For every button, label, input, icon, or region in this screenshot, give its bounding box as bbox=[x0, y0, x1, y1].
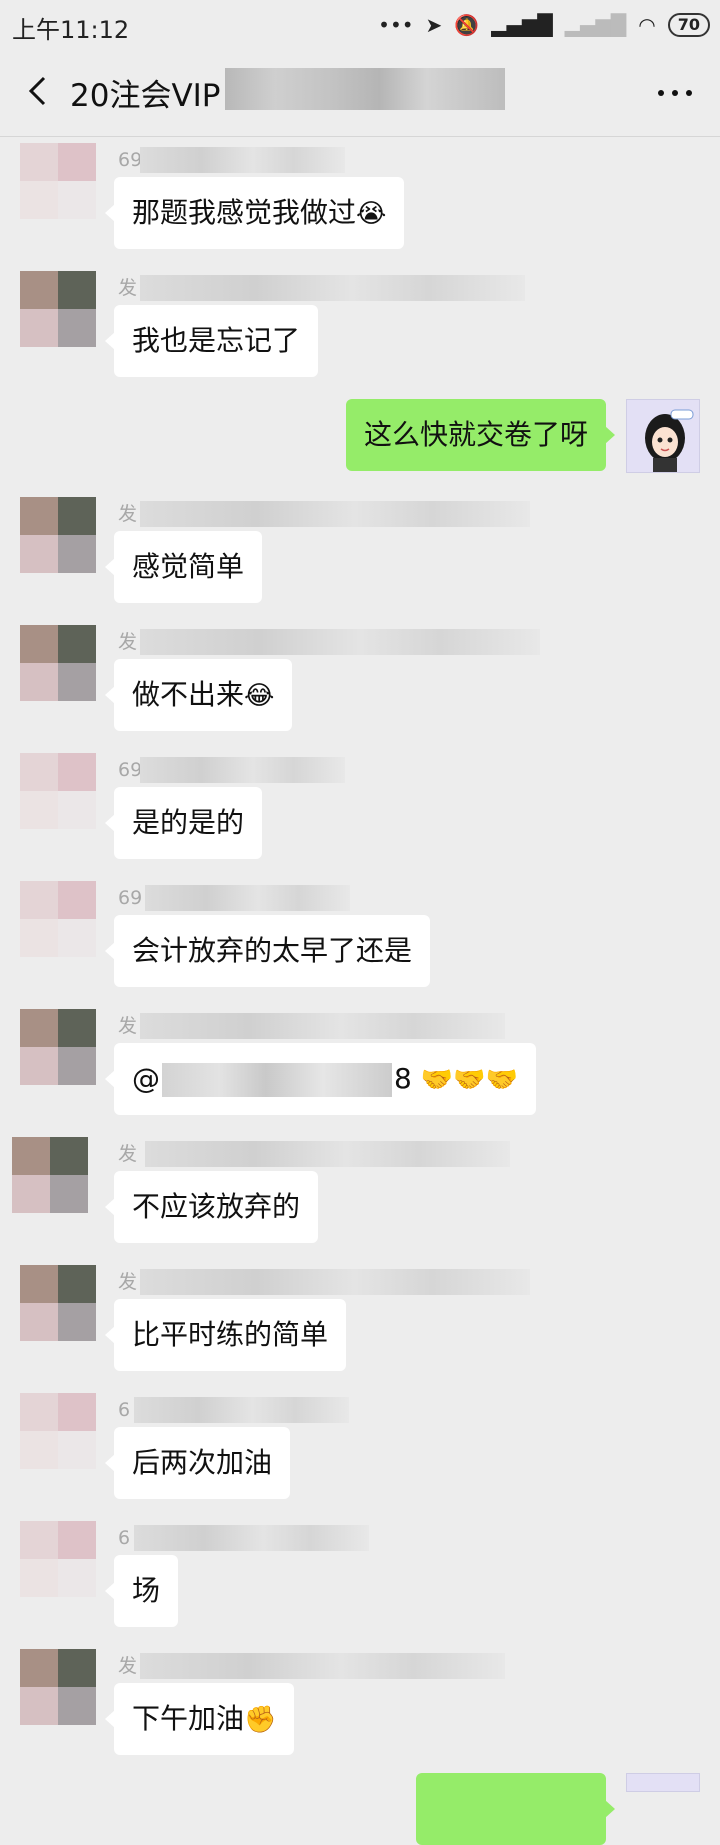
avatar[interactable] bbox=[20, 1649, 96, 1725]
sender-name: 发 bbox=[118, 1143, 138, 1165]
message-bubble[interactable]: 下午加油✊ bbox=[104, 1683, 295, 1755]
name-redaction bbox=[140, 629, 540, 655]
message-bubble[interactable]: 后两次加油 bbox=[104, 1427, 291, 1499]
name-redaction bbox=[134, 1525, 369, 1551]
signal-icon: ▂▄▆█ bbox=[491, 13, 553, 37]
handshake-emoji-icon: 🤝🤝🤝 bbox=[420, 1065, 518, 1095]
crying-emoji-icon: 😭 bbox=[356, 199, 387, 229]
name-redaction bbox=[134, 1397, 349, 1423]
avatar[interactable] bbox=[20, 625, 96, 701]
name-redaction bbox=[145, 1141, 510, 1167]
message-bubble[interactable]: 是的是的 bbox=[104, 787, 263, 859]
sender-name: 发 bbox=[118, 277, 138, 299]
mention-redaction bbox=[162, 1063, 392, 1097]
message-text: 比平时练的简单 bbox=[132, 1318, 329, 1351]
name-redaction bbox=[140, 501, 530, 527]
sender-name: 发 bbox=[118, 631, 138, 653]
avatar[interactable] bbox=[20, 881, 96, 957]
avatar[interactable] bbox=[12, 1137, 88, 1213]
message-bubble[interactable]: 我也是忘记了 bbox=[104, 305, 319, 377]
avatar[interactable] bbox=[20, 1521, 96, 1597]
chat-title: 20注会VIP bbox=[70, 78, 221, 114]
sender-name: 69 bbox=[118, 887, 143, 909]
mute-bell-icon: 🔕 bbox=[454, 13, 480, 37]
name-redaction bbox=[140, 1013, 505, 1039]
status-time: 上午11:12 bbox=[12, 16, 130, 44]
avatar[interactable] bbox=[20, 1009, 96, 1085]
name-redaction bbox=[140, 1653, 505, 1679]
laughing-emoji-icon: 😂 bbox=[244, 681, 275, 711]
message-text: 下午加油 bbox=[132, 1702, 245, 1735]
message-bubble-mine[interactable]: 这么快就交卷了呀 bbox=[345, 399, 616, 471]
avatar[interactable] bbox=[20, 753, 96, 829]
avatar[interactable] bbox=[20, 1265, 96, 1341]
message-bubble[interactable]: 场 bbox=[104, 1555, 179, 1627]
message-text: 是的是的 bbox=[132, 806, 245, 839]
sender-name: 发 bbox=[118, 503, 138, 525]
raised-fist-emoji-icon: ✊ bbox=[244, 1705, 277, 1735]
avatar[interactable] bbox=[20, 497, 96, 573]
sender-name: 发 bbox=[118, 1271, 138, 1293]
message-text: 做不出来 bbox=[132, 678, 245, 711]
name-redaction bbox=[145, 885, 350, 911]
message-text: 场 bbox=[132, 1574, 161, 1607]
sender-name: 发 bbox=[118, 1655, 138, 1677]
title-redaction bbox=[225, 68, 505, 110]
message-text: 8 bbox=[394, 1062, 412, 1095]
message-bubble[interactable]: 会计放弃的太早了还是 bbox=[104, 915, 431, 987]
message-text: 感觉简单 bbox=[132, 550, 245, 583]
message-text: 那题我感觉我做过 bbox=[132, 196, 357, 229]
message-text: 会计放弃的太早了还是 bbox=[132, 934, 413, 967]
message-text: 这么快就交卷了呀 bbox=[363, 418, 588, 451]
location-icon: ➤ bbox=[425, 13, 443, 37]
name-redaction bbox=[140, 1269, 530, 1295]
my-avatar[interactable] bbox=[626, 399, 700, 473]
cartoon-girl-avatar-icon bbox=[627, 400, 699, 472]
name-redaction bbox=[140, 275, 525, 301]
message-bubble[interactable]: @8 🤝🤝🤝 bbox=[105, 1043, 536, 1115]
signal-empty-icon: ▂▄▆█ bbox=[564, 13, 627, 37]
my-avatar[interactable] bbox=[626, 1773, 700, 1792]
message-bubble[interactable]: 不应该放弃的 bbox=[104, 1171, 319, 1243]
message-text: 我也是忘记了 bbox=[132, 324, 301, 357]
message-bubble[interactable]: 那题我感觉我做过😭 bbox=[104, 177, 405, 249]
sender-name: 69 bbox=[118, 149, 143, 171]
more-dots-icon: ••• bbox=[378, 13, 414, 37]
message-list[interactable]: 69 那题我感觉我做过😭 发 我也是忘记了 这么快就交卷了呀 发 感觉简单 发 … bbox=[0, 137, 720, 1845]
wifi-icon: ◠ bbox=[638, 13, 656, 37]
sender-name: 69 bbox=[118, 759, 143, 781]
message-bubble-mine[interactable] bbox=[416, 1773, 615, 1845]
more-options-icon[interactable] bbox=[658, 88, 694, 98]
mention-at: @ bbox=[132, 1062, 160, 1095]
status-icons: ••• ➤ 🔕 ▂▄▆█ ▂▄▆█ ◠ 70 bbox=[378, 10, 710, 40]
message-bubble[interactable]: 比平时练的简单 bbox=[104, 1299, 347, 1371]
status-bar: 上午11:12 ••• ➤ 🔕 ▂▄▆█ ▂▄▆█ ◠ 70 bbox=[0, 0, 720, 50]
battery-icon: 70 bbox=[667, 13, 710, 37]
message-bubble[interactable]: 感觉简单 bbox=[104, 531, 263, 603]
avatar[interactable] bbox=[20, 271, 96, 347]
back-icon[interactable] bbox=[22, 74, 56, 108]
message-text: 后两次加油 bbox=[132, 1446, 273, 1479]
message-text: 不应该放弃的 bbox=[132, 1190, 301, 1223]
name-redaction bbox=[140, 757, 345, 783]
avatar[interactable] bbox=[20, 1393, 96, 1469]
chat-header: 20注会VIP bbox=[0, 50, 720, 137]
message-bubble[interactable]: 做不出来😂 bbox=[104, 659, 293, 731]
name-redaction bbox=[140, 147, 345, 173]
avatar[interactable] bbox=[20, 143, 96, 219]
sender-name: 发 bbox=[118, 1015, 138, 1037]
sender-name: 6 bbox=[118, 1399, 131, 1421]
sender-name: 6 bbox=[118, 1527, 131, 1549]
